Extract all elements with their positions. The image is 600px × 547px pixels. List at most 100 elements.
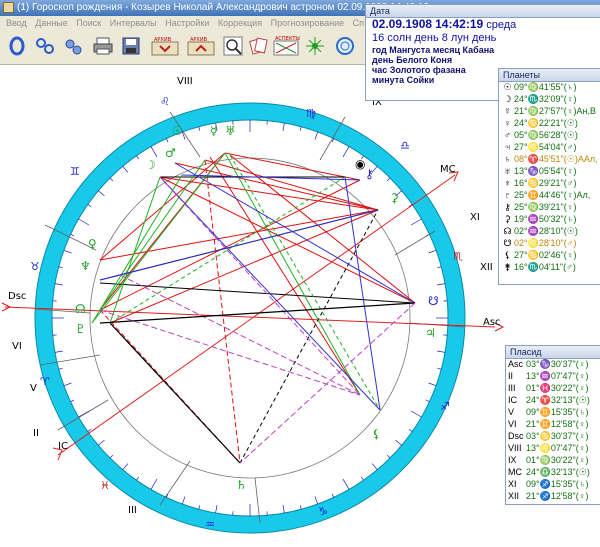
planet-row[interactable]: ♆16°♋29'21"(♂) — [499, 178, 600, 190]
planet-position: 13°♑05'54"(♀) — [514, 166, 577, 176]
menu-item-vvod[interactable]: Ввод — [6, 18, 27, 28]
planet-row[interactable]: ☿21°♍27'57"(♀)Ан,В — [499, 106, 600, 118]
planet-glyph-sun: ☉ — [172, 124, 183, 138]
planet-glyph-venus: ♀ — [88, 237, 97, 251]
ring-icon[interactable] — [6, 35, 28, 57]
star-icon[interactable] — [304, 35, 326, 57]
planet-glyph-icon: ☋ — [501, 238, 514, 249]
planet-row[interactable]: ☉09°♍41'55"(♄) — [499, 82, 600, 94]
planet-position: 24°♏32'09"(♀) — [514, 94, 577, 104]
planet-row[interactable]: ⚷25°♍39'21"(♀) — [499, 202, 600, 214]
circle-icon[interactable] — [334, 35, 356, 57]
planet-row[interactable]: ⚵16°♏04'11"(♂) — [499, 262, 600, 274]
menu-item-prognoz[interactable]: Прогнозирование — [271, 18, 345, 28]
sign-glyph-capricorn: ♑ — [318, 505, 328, 518]
archive-open-icon[interactable]: АРХИВ — [186, 35, 216, 57]
asc-label: Asc — [483, 317, 501, 328]
ic-label: IC — [58, 441, 68, 452]
sign-glyph-taurus: ♉ — [30, 260, 40, 273]
time-value: 14:42:19 — [435, 17, 483, 31]
house-row[interactable]: MC24°♎32'13"(☉) — [506, 467, 600, 479]
planet-glyph-icon: ♆ — [501, 178, 514, 189]
house-name: II — [508, 371, 526, 382]
planet-position: 02°♒28'10"(☉) — [514, 226, 578, 236]
house-row[interactable]: V09°♊15'35"(♄) — [506, 407, 600, 419]
planet-glyph-icon: ⚷ — [501, 202, 514, 213]
planet-position: 05°♍56'28"(☉) — [514, 130, 578, 140]
sign-glyph-aquarius: ♒ — [205, 518, 215, 531]
planet-position: 25°♍39'21"(♀) — [514, 202, 577, 212]
aspects-icon[interactable]: АСПЕКТЫ — [272, 35, 300, 57]
house-row[interactable]: VI21°♊12'58"(♀) — [506, 419, 600, 431]
house-row[interactable]: VIII13°♌07'47"(♀) — [506, 443, 600, 455]
house-name: III — [508, 383, 526, 394]
zoom-icon[interactable] — [222, 35, 244, 57]
menu-item-nastroyki[interactable]: Настройки — [165, 18, 209, 28]
sign-glyph-pisces: ♓ — [100, 479, 110, 492]
planet-position: 08°♈45'51"(☉)ААл, — [514, 154, 598, 164]
sign-glyph-gemini: ♊ — [70, 165, 80, 178]
planet-glyph-sun-point: ◉ — [355, 157, 365, 171]
menu-item-sp[interactable]: Сп — [353, 18, 364, 28]
planet-row[interactable]: ⚸27°♋02'46"(♀) — [499, 250, 600, 262]
planet-row[interactable]: ☽24°♏32'09"(♀) — [499, 94, 600, 106]
planet-row[interactable]: ⚳19°♒50'32"(♄) — [499, 214, 600, 226]
planet-glyph-neptune: ♆ — [80, 259, 91, 273]
house-row[interactable]: XI09°♐15'35"(♄) — [506, 479, 600, 491]
planet-glyph-icon: ♄ — [501, 154, 514, 165]
menu-item-dannye[interactable]: Данные — [35, 18, 68, 28]
sign-glyph-sagittarius: ♐ — [440, 400, 450, 413]
printer-icon[interactable] — [92, 35, 114, 57]
planets-panel-title: Планеты — [499, 69, 600, 82]
house-row[interactable]: IX01°♍30'22"(♀) — [506, 455, 600, 467]
house-row[interactable]: II13°♒07'47"(♀) — [506, 371, 600, 383]
house-name: MC — [508, 467, 526, 478]
house-name: XI — [508, 479, 526, 490]
planet-row[interactable]: ☊02°♒28'10"(☉) — [499, 226, 600, 238]
cards-icon[interactable] — [248, 35, 270, 57]
cogs-icon[interactable] — [62, 35, 84, 57]
planet-glyph-icon: ⚸ — [501, 250, 514, 261]
house-row[interactable]: Dsc03°♋30'37"(♀) — [506, 431, 600, 443]
menu-item-poisk[interactable]: Поиск — [76, 18, 101, 28]
planet-row[interactable]: ♄08°♈45'51"(☉)ААл, — [499, 154, 600, 166]
house-row[interactable]: IC24°♈32'13"(☉) — [506, 395, 600, 407]
save-icon[interactable] — [120, 35, 142, 57]
house-position: 03°♋30'37"(♀) — [526, 431, 589, 441]
planet-glyph-south-node: ☋ — [428, 294, 439, 308]
planet-row[interactable]: ♂05°♍56'28"(☉) — [499, 130, 600, 142]
planet-glyph-icon: ☉ — [501, 82, 514, 93]
date-value: 02.09.1908 — [372, 17, 432, 31]
house-position: 03°♑30'37"(♀) — [526, 359, 589, 369]
planet-glyph-lilith: ⚸ — [372, 427, 381, 441]
house-label-viii: VIII — [177, 76, 193, 87]
house-position: 01°♓30'22"(♀) — [526, 383, 589, 393]
sign-glyph-virgo: ♍ — [306, 107, 316, 120]
house-row[interactable]: Asc03°♑30'37"(♀) — [506, 359, 600, 371]
planet-row[interactable]: ♇25°♊44'46"(♀)Ал, — [499, 190, 600, 202]
planet-glyph-uranus: ♅ — [225, 124, 236, 138]
house-row[interactable]: III01°♓30'22"(♀) — [506, 383, 600, 395]
planet-glyph-icon: ☽ — [501, 94, 514, 105]
planet-glyph-icon: ♃ — [501, 142, 514, 153]
house-name: Dsc — [508, 431, 526, 442]
planet-position: 02°♌28'10"(♂) — [514, 238, 577, 248]
house-row[interactable]: XII21°♐12'58"(♀) — [506, 491, 600, 503]
house-position: 24°♈32'13"(☉) — [526, 395, 590, 405]
planet-glyph-node: ☊ — [75, 302, 86, 316]
archive-save-icon[interactable]: АРХИВ — [150, 35, 180, 57]
svg-text:АСПЕКТЫ: АСПЕКТЫ — [275, 36, 300, 42]
menu-item-intervaly[interactable]: Интервалы — [110, 18, 157, 28]
house-position: 09°♐15'35"(♄) — [526, 479, 589, 489]
menu-item-korrektsiya[interactable]: Коррекция — [218, 18, 262, 28]
planet-row[interactable]: ♀24°♋22'21"(☉) — [499, 118, 600, 130]
planet-row[interactable]: ♃27°♌54'04"(♂) — [499, 142, 600, 154]
year-month-line: год Мангуста месяц Кабана — [366, 45, 600, 55]
planet-position: 16°♋29'21"(♂) — [514, 178, 577, 188]
planet-row[interactable]: ♅13°♑05'54"(♀) — [499, 166, 600, 178]
house-position: 24°♎32'13"(☉) — [526, 467, 590, 477]
planet-glyph-moon: ☽ — [145, 158, 156, 172]
planet-row[interactable]: ☋02°♌28'10"(♂) — [499, 238, 600, 250]
links-icon[interactable] — [34, 35, 56, 57]
house-name: XII — [508, 491, 526, 502]
